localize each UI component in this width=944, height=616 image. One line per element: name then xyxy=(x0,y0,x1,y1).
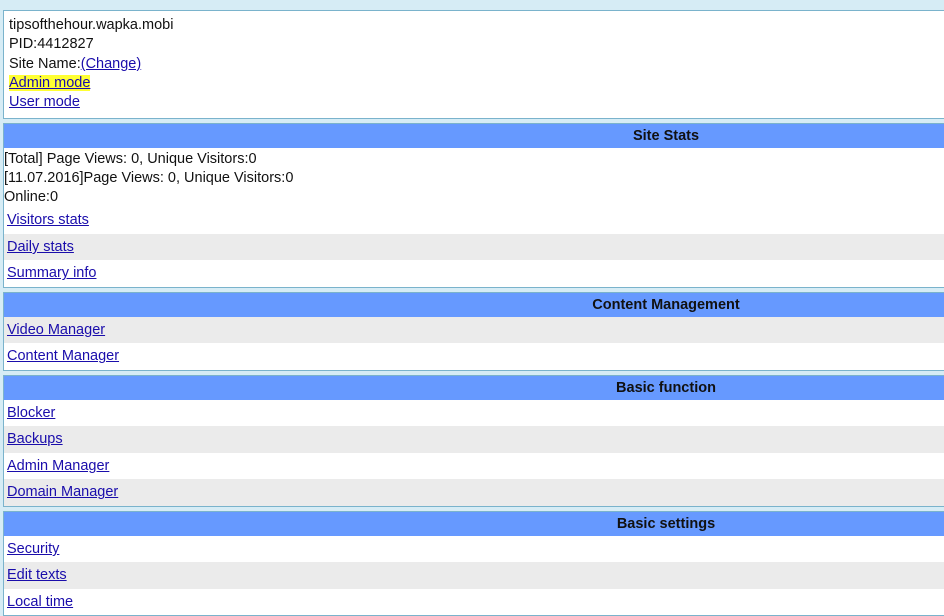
menu-row-daily-stats: Daily stats xyxy=(4,233,944,261)
edit-texts-link[interactable]: Edit texts xyxy=(7,567,67,583)
content-management-header: Content Management xyxy=(4,292,944,317)
daily-stats-link[interactable]: Daily stats xyxy=(7,239,74,255)
top-strip xyxy=(0,0,944,10)
basic-settings-section: Basic settings Security Edit texts Local… xyxy=(3,510,944,616)
domain-manager-link[interactable]: Domain Manager xyxy=(7,484,118,500)
security-link[interactable]: Security xyxy=(7,541,59,557)
content-manager-link[interactable]: Content Manager xyxy=(7,348,119,364)
user-mode-row: User mode xyxy=(9,93,939,112)
menu-row-edit-texts: Edit texts xyxy=(4,562,944,589)
change-site-name-link[interactable]: (Change) xyxy=(81,56,141,72)
menu-row-security: Security xyxy=(4,536,944,563)
admin-mode-row: Admin mode xyxy=(9,74,939,93)
menu-row-video-manager: Video Manager xyxy=(4,316,944,344)
site-info-box: tipsofthehour.wapka.mobi PID:4412827 Sit… xyxy=(3,10,944,120)
menu-row-admin-manager: Admin Manager xyxy=(4,453,944,480)
summary-info-link[interactable]: Summary info xyxy=(7,265,96,281)
backups-link[interactable]: Backups xyxy=(7,431,63,447)
basic-function-section: Basic function Blocker Backups Admin Man… xyxy=(3,374,944,507)
blocker-link[interactable]: Blocker xyxy=(7,405,55,421)
menu-row-domain-manager: Domain Manager xyxy=(4,479,944,506)
site-stats-header: Site Stats xyxy=(4,124,944,149)
stats-summary: [Total] Page Views: 0, Unique Visitors:0… xyxy=(4,148,944,207)
site-pid: PID:4412827 xyxy=(9,36,94,53)
site-stats-section: Site Stats [Total] Page Views: 0, Unique… xyxy=(3,123,944,288)
menu-row-backups: Backups xyxy=(4,426,944,453)
site-name-row: Site Name:(Change) xyxy=(9,55,939,74)
online-count-line: Online:0 xyxy=(4,189,59,206)
site-name-label: Site Name: xyxy=(9,55,81,72)
visitors-stats-link[interactable]: Visitors stats xyxy=(7,212,89,228)
user-mode-link[interactable]: User mode xyxy=(9,94,80,110)
basic-settings-header: Basic settings xyxy=(4,511,944,536)
menu-row-content-manager: Content Manager xyxy=(4,343,944,370)
menu-row-local-time: Local time xyxy=(4,589,944,616)
admin-manager-link[interactable]: Admin Manager xyxy=(7,458,109,474)
admin-mode-link[interactable]: Admin mode xyxy=(9,74,91,91)
video-manager-link[interactable]: Video Manager xyxy=(7,322,105,338)
menu-row-blocker: Blocker xyxy=(4,400,944,427)
menu-row-visitors-stats: Visitors stats xyxy=(4,207,944,234)
daily-stats-line: [11.07.2016]Page Views: 0, Unique Visito… xyxy=(4,170,294,187)
local-time-link[interactable]: Local time xyxy=(7,594,73,610)
content-management-section: Content Management Video Manager Content… xyxy=(3,291,944,371)
total-stats-line: [Total] Page Views: 0, Unique Visitors:0 xyxy=(4,151,257,168)
site-domain: tipsofthehour.wapka.mobi xyxy=(9,17,174,33)
basic-function-header: Basic function xyxy=(4,375,944,400)
menu-row-summary-info: Summary info xyxy=(4,260,944,287)
